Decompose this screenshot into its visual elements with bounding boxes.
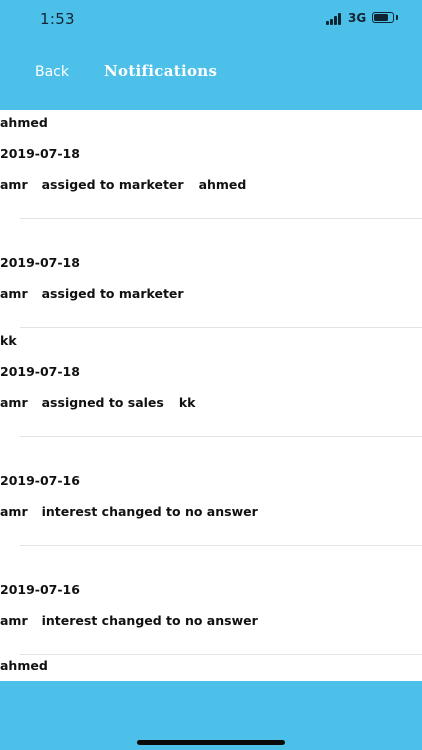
network-type: 3G xyxy=(348,11,367,25)
status-time: 1:53 xyxy=(40,10,75,28)
notification-target: kk xyxy=(178,395,196,410)
battery-icon xyxy=(372,12,394,23)
notification-item[interactable]: ahmed 2019-07-18 amr assiged to marketer a… xyxy=(0,110,422,219)
divider xyxy=(20,654,422,655)
notification-recipient: kk xyxy=(0,333,17,348)
status-bar: 1:53 3G xyxy=(0,0,422,40)
notification-action: assiged to marketer xyxy=(41,286,184,301)
notification-actor: amr xyxy=(0,504,28,519)
notification-recipient: ahmed xyxy=(0,115,48,130)
notification-message: amr assiged to marketer xyxy=(0,286,199,301)
notification-actor: amr xyxy=(0,286,28,301)
notification-date: 2019-07-18 xyxy=(0,146,80,161)
notification-recipient-partial: ahmed xyxy=(0,658,48,673)
notification-date: 2019-07-16 xyxy=(0,582,80,597)
notification-date: 2019-07-18 xyxy=(0,364,80,379)
battery-fill xyxy=(374,14,388,21)
home-indicator[interactable] xyxy=(137,740,285,745)
notification-target: ahmed xyxy=(198,177,247,192)
battery-tip xyxy=(396,15,398,20)
notification-action: interest changed to no answer xyxy=(41,504,258,519)
header: 1:53 3G Back Notifications xyxy=(0,0,422,110)
notification-message: amr interest changed to no answer xyxy=(0,613,273,628)
back-button[interactable]: Back xyxy=(35,64,69,80)
notifications-screen: 1:53 3G Back Notifications ahmed 2019-07… xyxy=(0,0,422,750)
notification-actor: amr xyxy=(0,177,28,192)
notification-item[interactable]: kk 2019-07-18 amr assigned to sales kk xyxy=(0,328,422,437)
notification-item[interactable]: 2019-07-16 amr interest changed to no ans… xyxy=(0,437,422,546)
notification-item[interactable]: 2019-07-16 amr interest changed to no ans… xyxy=(0,546,422,655)
notification-action: assigned to sales xyxy=(41,395,164,410)
notification-item[interactable]: 2019-07-18 amr assiged to marketer xyxy=(0,219,422,328)
notification-message: amr interest changed to no answer xyxy=(0,504,273,519)
notification-actor: amr xyxy=(0,395,28,410)
notification-action: assiged to marketer xyxy=(41,177,184,192)
page-title: Notifications xyxy=(104,62,218,80)
notification-actor: amr xyxy=(0,613,28,628)
notification-date: 2019-07-16 xyxy=(0,473,80,488)
notification-action: interest changed to no answer xyxy=(41,613,258,628)
notification-message: amr assiged to marketer ahmed xyxy=(0,177,246,192)
signal-icon xyxy=(326,13,344,25)
notification-date: 2019-07-18 xyxy=(0,255,80,270)
notification-message: amr assigned to sales kk xyxy=(0,395,195,410)
